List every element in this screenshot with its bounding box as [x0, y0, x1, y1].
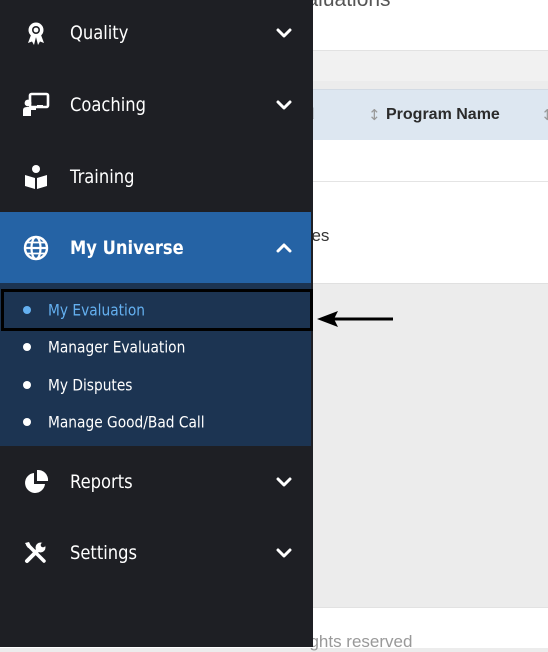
sidebar: Quality Coaching Training My Universe My…: [0, 0, 313, 647]
submenu-item-label: Manage Good/Bad Call: [48, 412, 205, 432]
sidebar-item-reports[interactable]: Reports: [0, 446, 313, 517]
submenu-item-manager-evaluation[interactable]: Manager Evaluation: [0, 329, 311, 365]
submenu-item-label: My Evaluation: [48, 300, 145, 320]
sidebar-item-label: My Universe: [70, 236, 184, 259]
my-universe-submenu: My Evaluation Manager Evaluation My Disp…: [0, 283, 311, 446]
sidebar-item-settings[interactable]: Settings: [0, 517, 313, 588]
chevron-down-icon: [276, 28, 292, 37]
submenu-item-label: Manager Evaluation: [48, 337, 186, 357]
chalkboard-teacher-icon: [22, 91, 50, 119]
submenu-item-manage-good-bad-call[interactable]: Manage Good/Bad Call: [0, 404, 311, 440]
sidebar-item-label: Reports: [70, 470, 133, 493]
bullet-icon: [23, 306, 31, 314]
bullet-icon: [23, 381, 31, 389]
sidebar-item-label: Coaching: [70, 93, 147, 116]
book-reader-icon: [22, 163, 50, 191]
bullet-icon: [23, 343, 31, 351]
chevron-down-icon: [276, 100, 292, 109]
pie-chart-icon: [22, 468, 50, 496]
copyright-text: rights reserved: [300, 632, 413, 651]
tools-icon: [22, 539, 50, 567]
sidebar-item-quality[interactable]: Quality: [0, 0, 313, 68]
chevron-down-icon: [276, 548, 292, 557]
bullet-icon: [23, 418, 31, 426]
globe-icon: [22, 234, 50, 262]
sidebar-item-label: Settings: [70, 541, 138, 564]
sidebar-item-coaching[interactable]: Coaching: [0, 69, 313, 140]
chevron-up-icon: [276, 243, 292, 252]
sidebar-item-label: Quality: [70, 21, 129, 44]
sidebar-item-training[interactable]: Training: [0, 141, 313, 212]
award-icon: [22, 19, 50, 47]
chevron-down-icon: [276, 477, 292, 486]
submenu-item-my-disputes[interactable]: My Disputes: [0, 367, 311, 403]
sort-icon[interactable]: ↕: [541, 90, 548, 140]
submenu-item-my-evaluation[interactable]: My Evaluation: [0, 292, 311, 328]
column-header-program-name[interactable]: Program Name: [386, 90, 500, 140]
sidebar-item-label: Training: [70, 165, 135, 188]
sidebar-item-my-universe[interactable]: My Universe: [0, 212, 311, 283]
annotation-arrow-icon: [317, 311, 393, 327]
submenu-item-label: My Disputes: [48, 375, 133, 395]
sort-icon[interactable]: ↕: [368, 90, 381, 140]
